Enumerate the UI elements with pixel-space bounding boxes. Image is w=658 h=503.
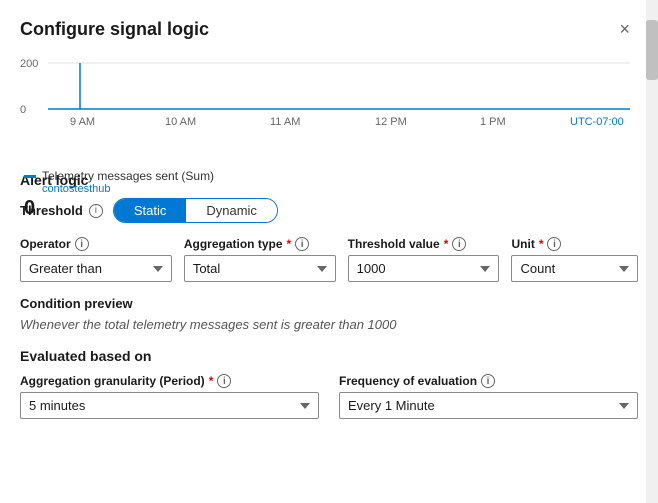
dialog-body: 200 0 9 AM 10 AM 11 AM 12 PM 1 PM UTC-07…: [0, 50, 658, 503]
scrollbar-thumb[interactable]: [646, 20, 658, 80]
agg-type-info-icon[interactable]: i: [295, 237, 309, 251]
frequency-select[interactable]: Every 1 Minute Every 5 Minutes Every 15 …: [339, 392, 638, 419]
timezone-label: UTC-07:00: [570, 116, 624, 128]
condition-preview-text: Whenever the total telemetry messages se…: [20, 317, 638, 332]
close-button[interactable]: ×: [611, 16, 638, 42]
agg-granularity-select[interactable]: 1 minute 5 minutes 15 minutes 30 minutes…: [20, 392, 319, 419]
agg-granularity-label: Aggregation granularity (Period) * i: [20, 374, 319, 388]
threshold-val-required: *: [444, 237, 449, 251]
dialog-title: Configure signal logic: [20, 19, 209, 40]
chart-area: 200 0 9 AM 10 AM 11 AM 12 PM 1 PM UTC-07…: [20, 50, 638, 160]
scrollbar-track[interactable]: [646, 0, 658, 503]
x-label-1pm: 1 PM: [480, 116, 506, 128]
threshold-val-info-icon[interactable]: i: [452, 237, 466, 251]
y-label-200: 200: [20, 58, 38, 70]
alert-form-row: Operator i Greater than Less than Equal …: [20, 237, 638, 282]
agg-gran-required: *: [209, 374, 214, 388]
unit-info-icon[interactable]: i: [547, 237, 561, 251]
legend-text: Telemetry messages sent (Sum): [42, 169, 214, 183]
operator-label: Operator i: [20, 237, 172, 251]
agg-type-label: Aggregation type * i: [184, 237, 336, 251]
condition-preview-title: Condition preview: [20, 296, 638, 311]
x-label-10am: 10 AM: [165, 116, 196, 128]
chart-legend: Telemetry messages sent (Sum) contostest…: [20, 169, 638, 195]
agg-type-required: *: [287, 237, 292, 251]
agg-gran-info-icon[interactable]: i: [217, 374, 231, 388]
threshold-val-label: Threshold value * i: [348, 237, 500, 251]
aggregation-type-field: Aggregation type * i Total Average Minim…: [184, 237, 336, 282]
unit-field: Unit * i Count Percent: [511, 237, 638, 282]
x-label-12pm: 12 PM: [375, 116, 407, 128]
evaluated-based-on-title: Evaluated based on: [20, 348, 638, 364]
operator-select[interactable]: Greater than Less than Equal to: [20, 255, 172, 282]
y-label-0: 0: [20, 104, 26, 116]
operator-field: Operator i Greater than Less than Equal …: [20, 237, 172, 282]
legend-line: Telemetry messages sent (Sum): [24, 169, 638, 183]
threshold-value-select[interactable]: 1000: [348, 255, 500, 282]
legend-sub: contostesthub: [24, 183, 638, 195]
aggregation-type-select[interactable]: Total Average Minimum Maximum Count: [184, 255, 336, 282]
legend-dot: [24, 175, 36, 178]
chart-value: 0: [20, 197, 638, 220]
frequency-info-icon[interactable]: i: [481, 374, 495, 388]
dialog-header: Configure signal logic ×: [0, 0, 658, 50]
eval-row: Aggregation granularity (Period) * i 1 m…: [20, 374, 638, 419]
configure-signal-logic-dialog: Configure signal logic × 200 0 9 AM 10 A…: [0, 0, 658, 503]
operator-info-icon[interactable]: i: [75, 237, 89, 251]
threshold-value-field: Threshold value * i 1000: [348, 237, 500, 282]
frequency-field: Frequency of evaluation i Every 1 Minute…: [339, 374, 638, 419]
unit-required: *: [539, 237, 544, 251]
unit-label: Unit * i: [511, 237, 638, 251]
unit-select[interactable]: Count Percent: [511, 255, 638, 282]
x-label-11am: 11 AM: [270, 116, 300, 128]
agg-granularity-field: Aggregation granularity (Period) * i 1 m…: [20, 374, 319, 419]
frequency-label: Frequency of evaluation i: [339, 374, 638, 388]
chart-svg: 200 0 9 AM 10 AM 11 AM 12 PM 1 PM UTC-07…: [20, 50, 638, 160]
x-label-9am: 9 AM: [70, 116, 95, 128]
